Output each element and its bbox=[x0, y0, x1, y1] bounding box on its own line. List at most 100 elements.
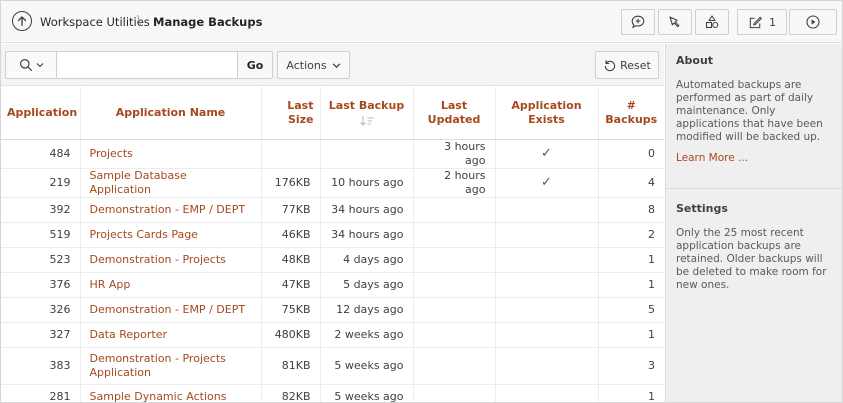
cell-application-id: 484 bbox=[1, 139, 81, 169]
cell-application-exists: ✓ bbox=[495, 168, 599, 198]
play-icon bbox=[806, 15, 820, 29]
run-button[interactable] bbox=[789, 9, 837, 35]
cell-last-backup bbox=[320, 139, 414, 169]
pin-button[interactable] bbox=[658, 9, 692, 35]
column-header-application[interactable]: Application bbox=[1, 87, 81, 140]
breadcrumb-parent-link[interactable]: Workspace Utilities bbox=[40, 15, 150, 29]
cell-application-exists bbox=[495, 222, 599, 248]
cell-application-name-link[interactable]: Demonstration - Projects bbox=[80, 247, 262, 273]
backups-table: Application Application Name Last Size L… bbox=[1, 87, 664, 402]
page-title: Manage Backups bbox=[153, 15, 263, 29]
actions-label: Actions bbox=[286, 58, 327, 72]
about-text: Automated backups are performed as part … bbox=[676, 79, 823, 143]
table-row: 219 Sample Database Application 176KB 10 ho… bbox=[1, 168, 664, 198]
cell-application-exists bbox=[495, 247, 599, 273]
cell-application-id: 523 bbox=[1, 247, 81, 273]
cell-application-id: 327 bbox=[1, 322, 81, 348]
settings-section: Settings Only the 25 most recent applica… bbox=[676, 202, 834, 292]
go-button[interactable]: Go bbox=[237, 51, 273, 79]
cell-application-id: 281 bbox=[1, 384, 81, 402]
table-row: 484 Projects 3 hours ago ✓ 0 bbox=[1, 139, 664, 169]
cell-backups-count: 3 bbox=[598, 347, 664, 385]
cell-last-size: 46KB bbox=[261, 222, 321, 248]
table-row: 376 HR App 47KB 5 days ago 1 bbox=[1, 272, 664, 298]
cell-last-size: 77KB bbox=[261, 197, 321, 223]
cell-last-backup: 34 hours ago bbox=[320, 197, 414, 223]
cell-last-backup: 10 hours ago bbox=[320, 168, 414, 198]
cell-application-name-link[interactable]: Projects bbox=[80, 139, 262, 169]
cell-last-size: 176KB bbox=[261, 168, 321, 198]
search-input[interactable] bbox=[56, 51, 238, 79]
cell-backups-count: 5 bbox=[598, 297, 664, 323]
cell-application-exists: ✓ bbox=[495, 139, 599, 169]
cell-application-name-link[interactable]: Sample Dynamic Actions bbox=[80, 384, 262, 402]
settings-text: Only the 25 most recent application back… bbox=[676, 227, 827, 291]
cell-application-id: 326 bbox=[1, 297, 81, 323]
cell-last-updated bbox=[413, 347, 496, 385]
column-header-last-size[interactable]: Last Size bbox=[261, 87, 321, 140]
pin-icon bbox=[669, 16, 680, 28]
backups-report: Application Application Name Last Size L… bbox=[1, 87, 664, 402]
table-row: 519 Projects Cards Page 46KB 34 hours ago 2 bbox=[1, 222, 664, 248]
table-row: 281 Sample Dynamic Actions 82KB 5 weeks ago… bbox=[1, 384, 664, 402]
cell-backups-count: 1 bbox=[598, 322, 664, 348]
cell-last-size: 82KB bbox=[261, 384, 321, 402]
cell-application-name-link[interactable]: Sample Database Application bbox=[80, 168, 262, 198]
report-toolbar: Go Actions Reset bbox=[1, 44, 664, 86]
cell-last-size: 48KB bbox=[261, 247, 321, 273]
cell-application-id: 383 bbox=[1, 347, 81, 385]
cell-application-name-link[interactable]: Projects Cards Page bbox=[80, 222, 262, 248]
column-header-label: Last Size bbox=[287, 98, 314, 126]
cell-last-updated bbox=[413, 322, 496, 348]
column-header-application-name[interactable]: Application Name bbox=[80, 87, 262, 140]
about-heading: About bbox=[676, 54, 714, 67]
column-header-last-updated[interactable]: Last Updated bbox=[413, 87, 496, 140]
shared-components-button[interactable] bbox=[695, 9, 729, 35]
cell-backups-count: 4 bbox=[598, 168, 664, 198]
cell-last-updated bbox=[413, 222, 496, 248]
cell-last-backup: 5 weeks ago bbox=[320, 384, 414, 402]
learn-more-link[interactable]: Learn More ... bbox=[676, 152, 748, 164]
column-header-last-backup[interactable]: Last Backup bbox=[320, 87, 414, 140]
cell-last-updated bbox=[413, 197, 496, 223]
cell-last-updated bbox=[413, 297, 496, 323]
table-row: 327 Data Reporter 480KB 2 weeks ago 1 bbox=[1, 322, 664, 348]
cell-last-backup: 5 weeks ago bbox=[320, 347, 414, 385]
breadcrumb-separator: \ bbox=[137, 14, 142, 29]
cell-last-updated: 3 hours ago bbox=[413, 139, 496, 169]
cell-application-name-link[interactable]: Demonstration - EMP / DEPT bbox=[80, 297, 262, 323]
cell-application-name-link[interactable]: HR App bbox=[80, 272, 262, 298]
side-panel: About Automated backups are performed as… bbox=[665, 44, 842, 402]
cell-application-name-link[interactable]: Demonstration - EMP / DEPT bbox=[80, 197, 262, 223]
table-row: 392 Demonstration - EMP / DEPT 77KB 34 hour… bbox=[1, 197, 664, 223]
cell-backups-count: 1 bbox=[598, 384, 664, 402]
cell-last-updated bbox=[413, 247, 496, 273]
navigate-up-icon[interactable] bbox=[12, 11, 32, 31]
cell-application-name-link[interactable]: Demonstration - Projects Application bbox=[80, 347, 262, 385]
column-header-application-exists[interactable]: Application Exists bbox=[495, 87, 599, 140]
cell-application-exists bbox=[495, 347, 599, 385]
cell-application-exists bbox=[495, 272, 599, 298]
chat-bubble-plus-icon bbox=[631, 15, 645, 29]
settings-heading: Settings bbox=[676, 202, 728, 215]
search-column-selector[interactable] bbox=[5, 51, 56, 79]
chevron-down-icon bbox=[36, 63, 43, 68]
cell-backups-count: 2 bbox=[598, 222, 664, 248]
column-header-backups-count[interactable]: # Backups bbox=[598, 87, 664, 140]
actions-menu-button[interactable]: Actions bbox=[277, 51, 350, 79]
page-header: Workspace Utilities \ Manage Backups 1 bbox=[1, 1, 842, 43]
column-header-label: Last Backup bbox=[328, 98, 405, 112]
feedback-button[interactable] bbox=[621, 9, 655, 35]
table-header-row: Application Application Name Last Size L… bbox=[1, 87, 664, 140]
cell-application-name-link[interactable]: Data Reporter bbox=[80, 322, 262, 348]
reset-button[interactable]: Reset bbox=[595, 51, 659, 79]
cell-last-size: 75KB bbox=[261, 297, 321, 323]
edit-page-button[interactable]: 1 bbox=[737, 9, 787, 35]
cell-application-exists bbox=[495, 384, 599, 402]
cell-last-size: 81KB bbox=[261, 347, 321, 385]
search-icon bbox=[19, 59, 32, 72]
reset-label: Reset bbox=[620, 58, 651, 72]
cell-last-backup: 5 days ago bbox=[320, 272, 414, 298]
cell-last-size: 47KB bbox=[261, 272, 321, 298]
cell-application-id: 219 bbox=[1, 168, 81, 198]
